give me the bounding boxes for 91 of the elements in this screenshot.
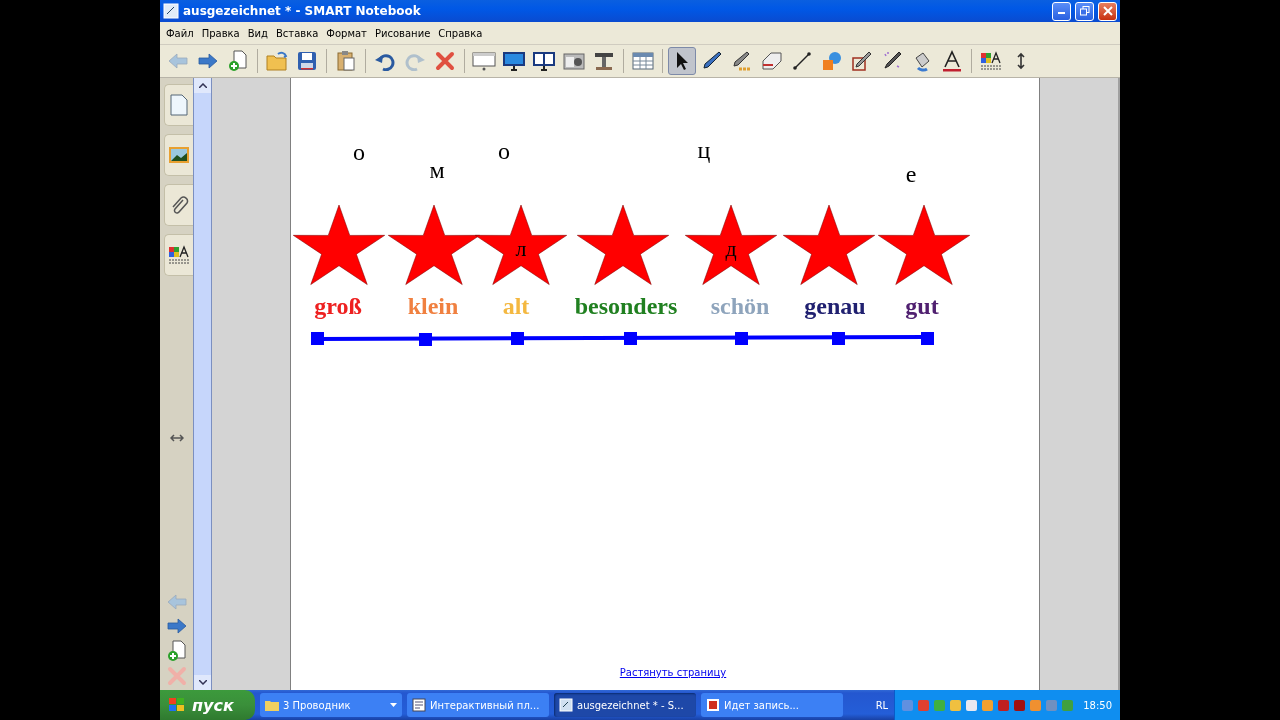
star[interactable]	[781, 205, 877, 285]
properties-icon	[980, 51, 1002, 71]
word[interactable]: groß	[314, 294, 362, 318]
document-camera-icon	[593, 51, 615, 71]
letter[interactable]: л	[515, 238, 527, 260]
folder-icon	[265, 699, 279, 711]
properties-icon	[168, 245, 190, 265]
star[interactable]	[575, 205, 671, 285]
start-label: пуск	[192, 695, 234, 715]
forward-arrow-icon	[197, 51, 219, 71]
vertical-arrows-icon	[1016, 52, 1026, 70]
window-title: ausgezeichnet * - SMART Notebook	[183, 4, 422, 18]
star[interactable]	[291, 205, 387, 285]
document-icon	[412, 698, 426, 712]
star[interactable]	[473, 205, 569, 285]
camera-icon	[563, 51, 585, 71]
menu-item[interactable]: Вставка	[272, 27, 323, 39]
screen-shade-icon	[472, 51, 496, 71]
taskbar-button[interactable]: Идет запись...	[701, 693, 843, 717]
windows-flag-icon	[168, 697, 186, 713]
letter[interactable]: м	[429, 158, 445, 182]
table-icon	[632, 51, 654, 71]
back-arrow-icon	[167, 51, 189, 71]
taskbar-button[interactable]: 3 Проводник	[260, 693, 402, 717]
paperclip-icon	[169, 194, 189, 216]
shapes-icon	[821, 50, 843, 72]
clock: 18:50	[1083, 699, 1112, 711]
tray-icon[interactable]	[965, 698, 979, 712]
close-button[interactable]	[1098, 1, 1117, 21]
start-button[interactable]: пуск	[160, 690, 255, 720]
word[interactable]: genau	[804, 294, 866, 318]
line-icon	[792, 51, 812, 71]
menu-item[interactable]: Справка	[434, 27, 487, 39]
sidebar-tab[interactable]	[164, 134, 193, 176]
eraser-icon	[761, 51, 783, 71]
tray-icon[interactable]	[1013, 698, 1027, 712]
pointer-icon	[674, 51, 690, 71]
notebook-icon	[559, 698, 573, 712]
scroll-down-button[interactable]	[194, 675, 211, 690]
menu-item[interactable]: Рисование	[370, 27, 435, 39]
pen-icon	[731, 50, 753, 72]
letter[interactable]: е	[905, 162, 917, 186]
add-page-icon	[166, 640, 187, 662]
magic-pen-icon	[881, 50, 903, 72]
word[interactable]: gut	[905, 294, 939, 318]
monitor-icon	[502, 51, 526, 71]
pencil-square-icon	[851, 50, 873, 72]
app-icon	[163, 3, 179, 19]
back-arrow-icon	[165, 592, 188, 612]
letter[interactable]: ц	[697, 138, 711, 162]
close-icon	[1102, 6, 1113, 16]
star[interactable]	[876, 205, 972, 285]
scroll-up-button[interactable]	[194, 78, 211, 93]
taskbar-button[interactable]: ausgezeichnet * - S...	[554, 693, 696, 717]
restore-icon	[1079, 6, 1090, 16]
add-page-icon	[228, 50, 248, 72]
delete-icon	[166, 666, 187, 686]
letter[interactable]: о	[498, 139, 510, 163]
menu-item[interactable]: Формат	[322, 27, 371, 39]
clipboard-icon	[336, 50, 356, 72]
stretch-page-link[interactable]: Растянуть страницу	[619, 667, 727, 678]
chevron-up-icon	[198, 83, 207, 88]
delete-icon	[435, 51, 455, 71]
language-indicator[interactable]: RL	[869, 699, 895, 711]
chevron-down-icon	[198, 680, 207, 685]
redo-icon	[404, 51, 426, 71]
save-icon	[297, 51, 317, 71]
menu-item[interactable]: Правка	[197, 27, 244, 39]
undo-icon	[374, 51, 396, 71]
toolbar-button[interactable]	[668, 47, 696, 75]
menu-item[interactable]: Вид	[243, 27, 272, 39]
letter[interactable]: о	[353, 140, 365, 164]
folder-icon	[266, 51, 288, 71]
forward-arrow-icon	[165, 616, 188, 636]
taskbar-button[interactable]: Интерактивный пл...	[407, 693, 549, 717]
word[interactable]: besonders	[574, 294, 678, 318]
dual-page-monitor-icon	[532, 51, 556, 71]
sidebar-tab[interactable]	[164, 234, 193, 276]
minimize-button[interactable]	[1052, 1, 1071, 21]
restore-button[interactable]	[1075, 1, 1094, 21]
landscape-picture-icon	[168, 145, 190, 165]
star[interactable]	[683, 205, 779, 285]
letter[interactable]: д	[725, 238, 737, 260]
pen-icon	[701, 50, 723, 72]
text-tool-icon	[942, 50, 962, 72]
dropdown-caret-icon	[390, 703, 397, 707]
menu-item[interactable]: Файл	[162, 27, 198, 39]
horizontal-arrows-icon[interactable]	[169, 434, 184, 442]
sidebar-tab[interactable]	[164, 184, 193, 226]
recorder-icon	[706, 698, 720, 712]
page-icon	[169, 94, 189, 116]
